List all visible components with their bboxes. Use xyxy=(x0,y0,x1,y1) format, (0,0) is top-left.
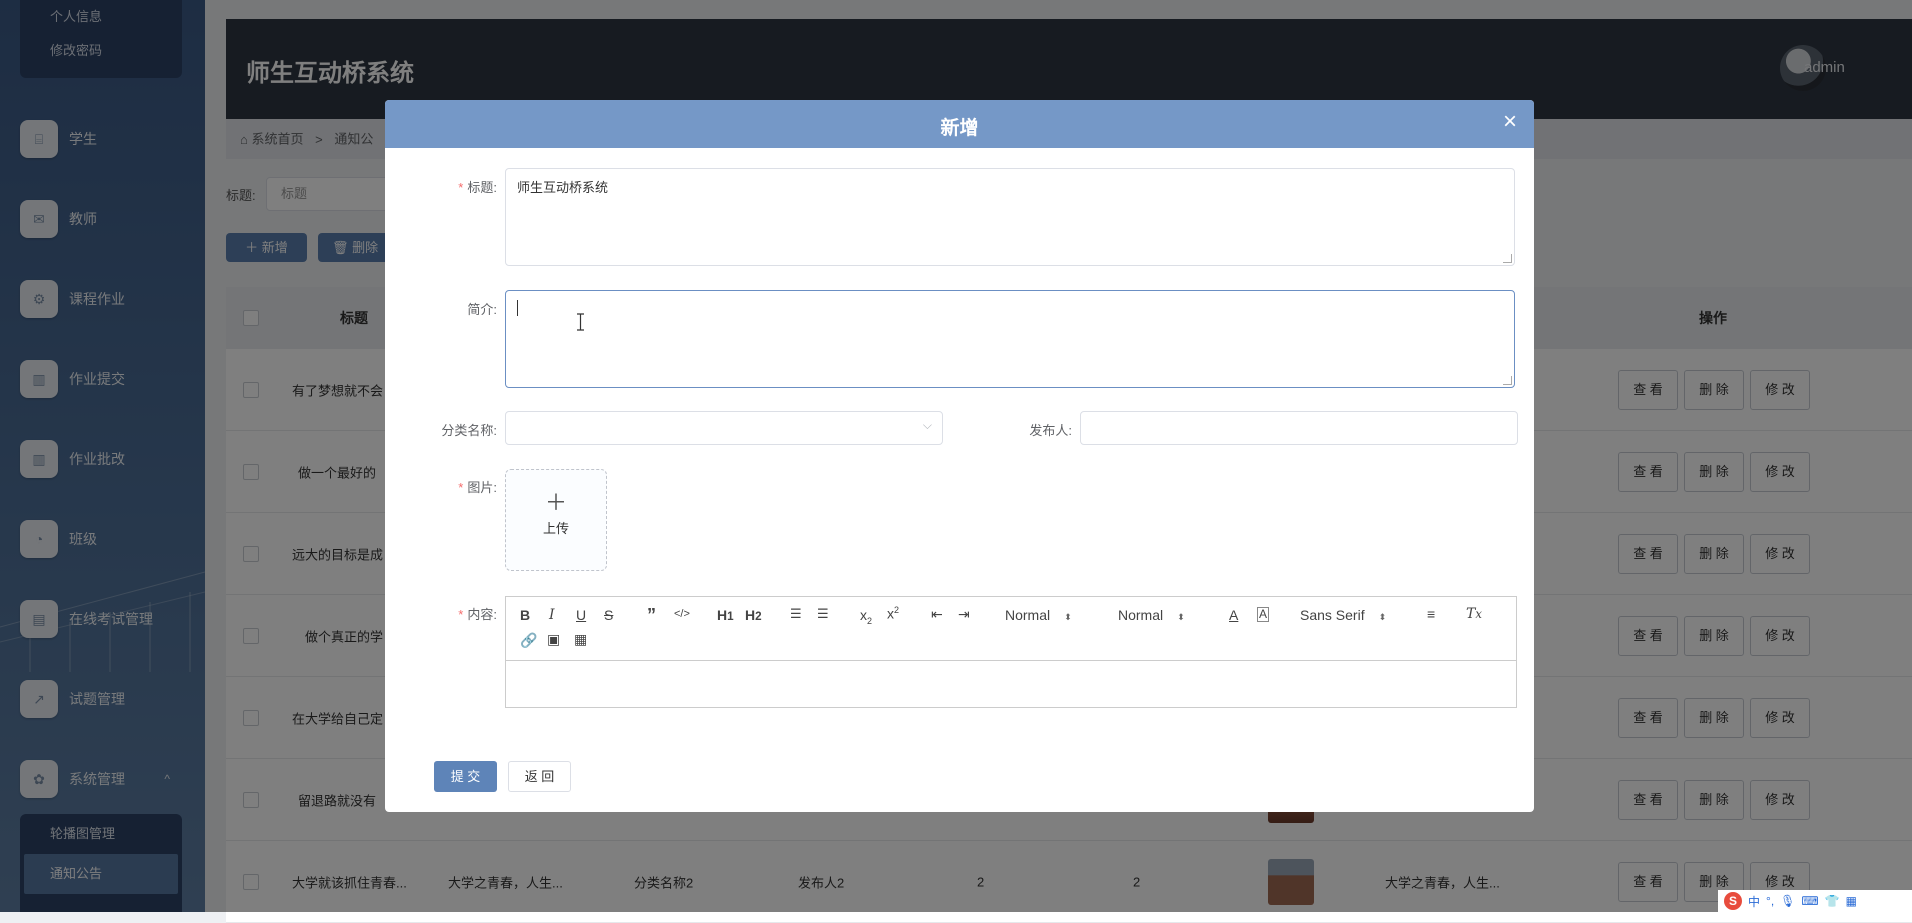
intro-field-label: 简介: xyxy=(467,302,497,317)
updown-icon: ⬍ xyxy=(1378,612,1387,622)
underline-icon[interactable]: U xyxy=(576,607,586,623)
image-upload[interactable]: ＋ 上传 xyxy=(505,469,607,571)
title-field-label: * 标题: xyxy=(458,180,497,195)
image-label-text: 图片 xyxy=(467,480,494,495)
title-textarea-value: 师生互动桥系统 xyxy=(517,180,609,195)
publisher-field-label: 发布人: xyxy=(1029,423,1072,438)
header-select[interactable]: Normal ⬍ xyxy=(1118,607,1185,623)
image-field-label: * 图片: xyxy=(458,480,497,495)
editor-toolbar: B I U S ” </> H1 H2 ☰ ☰ x2 x2 ⇤ ⇥ Normal… xyxy=(506,597,1516,661)
grid-icon[interactable]: ▦ xyxy=(1846,894,1857,908)
submit-button[interactable]: 提 交 xyxy=(434,761,497,792)
chevron-down-icon: ⌵ xyxy=(922,418,932,432)
text-caret xyxy=(517,299,518,316)
ime-tray: S 中 °, 🎙 ⌨ 👕 ▦ xyxy=(1718,890,1912,912)
add-dialog: 新增 × * 标题: 师生互动桥系统 简介: 分类名称: ⌵ 发布人: * 图片: … xyxy=(385,100,1534,812)
font-family-value: Sans Serif xyxy=(1300,607,1365,623)
outdent-icon[interactable]: ⇤ xyxy=(931,606,943,623)
bold-icon[interactable]: B xyxy=(520,607,530,623)
text-cursor-icon xyxy=(577,313,584,331)
category-select[interactable]: ⌵ xyxy=(505,411,943,445)
publisher-input[interactable] xyxy=(1080,411,1518,445)
strike-icon[interactable]: S xyxy=(604,607,613,623)
blockquote-icon[interactable]: ” xyxy=(647,605,656,626)
required-mark: * xyxy=(458,480,464,495)
back-button[interactable]: 返 回 xyxy=(508,761,571,792)
superscript-icon[interactable]: x2 xyxy=(887,605,899,622)
content-label-text: 内容 xyxy=(467,607,494,622)
image-icon[interactable]: ▣ xyxy=(547,631,560,648)
updown-icon: ⬍ xyxy=(1064,612,1072,622)
clear-format-icon[interactable]: Tx xyxy=(1466,606,1482,622)
sogou-icon[interactable]: S xyxy=(1724,892,1742,910)
plus-icon: ＋ xyxy=(544,490,567,515)
upload-label: 上传 xyxy=(542,521,569,536)
font-size-value: Normal xyxy=(1005,607,1051,623)
ime-language[interactable]: 中 xyxy=(1748,893,1760,910)
keyboard-icon[interactable]: ⌨ xyxy=(1801,894,1818,908)
heading-2-icon[interactable]: H2 xyxy=(745,607,762,623)
publisher-label-text: 发布人 xyxy=(1029,423,1069,438)
editor-content-area[interactable] xyxy=(506,661,1516,706)
font-family-select[interactable]: Sans Serif ⬍ xyxy=(1300,607,1386,623)
intro-textarea[interactable] xyxy=(505,290,1515,388)
video-icon[interactable]: ▦ xyxy=(574,631,587,648)
subscript-icon[interactable]: x2 xyxy=(860,607,872,626)
font-size-select[interactable]: Normal ⬍ xyxy=(1005,607,1072,623)
rich-text-editor: B I U S ” </> H1 H2 ☰ ☰ x2 x2 ⇤ ⇥ Normal… xyxy=(505,596,1517,708)
link-icon[interactable]: 🔗 xyxy=(520,632,537,649)
indent-icon[interactable]: ⇥ xyxy=(958,606,970,623)
punctuation-icon[interactable]: °, xyxy=(1766,894,1774,908)
code-block-icon[interactable]: </> xyxy=(674,608,690,620)
resize-handle[interactable] xyxy=(1503,376,1512,385)
required-mark: * xyxy=(458,180,464,195)
italic-icon[interactable]: I xyxy=(549,607,555,623)
bullet-list-icon[interactable]: ☰ xyxy=(817,606,829,622)
heading-1-icon[interactable]: H1 xyxy=(717,607,734,623)
skin-icon[interactable]: 👕 xyxy=(1825,894,1840,908)
align-icon[interactable]: ≡ xyxy=(1427,606,1435,622)
category-field-label: 分类名称: xyxy=(441,423,497,438)
microphone-icon[interactable]: 🎙 xyxy=(1780,894,1795,908)
header-value: Normal xyxy=(1118,607,1164,623)
title-label-text: 标题 xyxy=(467,180,494,195)
updown-icon: ⬍ xyxy=(1177,612,1185,622)
resize-handle[interactable] xyxy=(1503,254,1512,263)
content-field-label: * 内容: xyxy=(458,607,497,622)
close-icon[interactable]: × xyxy=(1503,110,1517,134)
category-label-text: 分类名称 xyxy=(441,423,494,438)
ordered-list-icon[interactable]: ☰ xyxy=(790,606,802,622)
background-color-icon[interactable]: A xyxy=(1257,607,1270,622)
dialog-title: 新增 xyxy=(940,118,979,139)
dialog-header: 新增 × xyxy=(385,100,1534,148)
title-textarea[interactable]: 师生互动桥系统 xyxy=(505,168,1515,266)
intro-label-text: 简介 xyxy=(467,302,494,317)
font-color-icon[interactable]: A xyxy=(1229,607,1238,623)
required-mark: * xyxy=(458,607,464,622)
